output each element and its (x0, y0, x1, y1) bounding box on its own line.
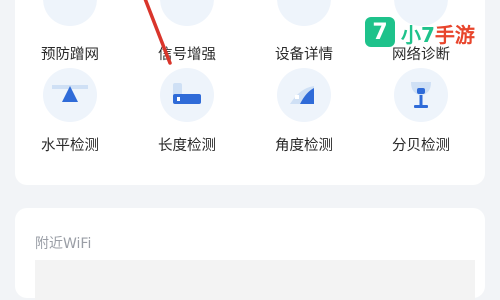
level-detection-icon (43, 68, 97, 122)
tool-label: 长度检测 (158, 138, 216, 154)
device-details-icon (277, 0, 331, 26)
red-arrow-annotation (143, 0, 172, 65)
watermark-text: 小7手游 (401, 19, 475, 48)
tool-label: 预防蹭网 (41, 47, 99, 63)
anti-freeload-icon (43, 0, 97, 26)
length-detection-icon (160, 68, 214, 122)
angle-detection-icon (277, 68, 331, 122)
wifi-list-placeholder (35, 260, 475, 300)
watermark-logo: 7 小7手游 (365, 17, 485, 49)
watermark-text-red: 手游 (434, 23, 475, 47)
nearby-wifi-card: 附近WiFi (15, 208, 485, 300)
tool-label: 水平检测 (41, 138, 99, 154)
watermark-badge: 7 (365, 17, 395, 47)
nearby-wifi-title: 附近WiFi (35, 236, 92, 252)
watermark-text-green: 小7 (401, 23, 435, 47)
tool-label: 设备详情 (275, 47, 333, 63)
tool-label: 角度检测 (275, 138, 333, 154)
decibel-detection-icon (394, 68, 448, 122)
tool-label: 分贝检测 (392, 138, 450, 154)
